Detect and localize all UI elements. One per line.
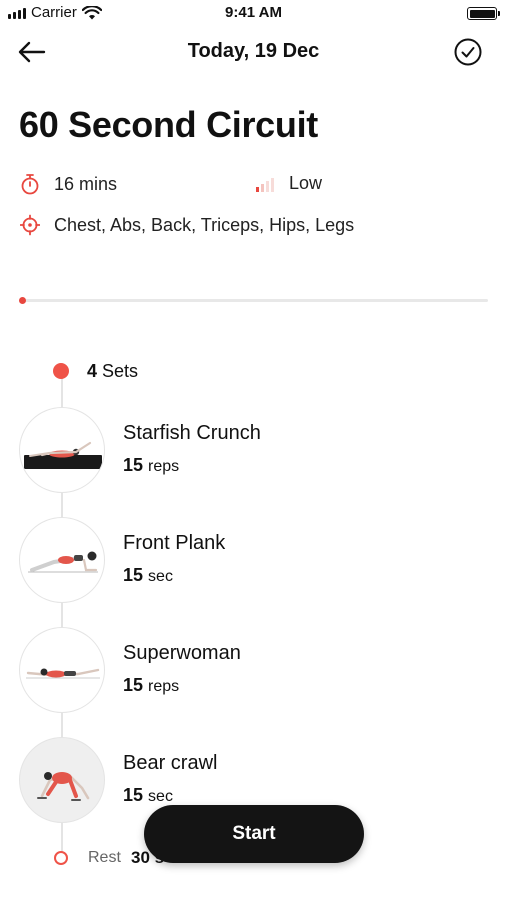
- status-bar: Carrier 9:41 AM: [0, 0, 507, 26]
- exercise-item[interactable]: Front Plank 15 sec: [19, 517, 439, 603]
- exercise-amount: 15 reps: [123, 675, 179, 696]
- front-plank-illustration: [28, 551, 98, 573]
- rest-label: Rest: [88, 849, 121, 866]
- exercise-amount: 15 sec: [123, 785, 173, 806]
- exercise-thumbnail: [19, 517, 105, 603]
- sets-count: 4: [87, 361, 98, 381]
- exercise-thumbnail: [19, 407, 105, 493]
- amount-value: 15: [123, 785, 144, 805]
- exercise-name: Starfish Crunch: [123, 422, 261, 444]
- superwoman-illustration: [26, 668, 100, 679]
- target-icon: [20, 214, 40, 236]
- signal-bars-icon: [256, 177, 274, 192]
- muscles-value: Chest, Abs, Back, Triceps, Hips, Legs: [54, 214, 355, 235]
- progress-indicator: [19, 297, 26, 304]
- exercise-thumbnail: [19, 627, 105, 713]
- duration-value: 16 mins: [54, 173, 118, 194]
- exercise-name: Front Plank: [123, 532, 226, 554]
- intensity-value: Low: [289, 173, 323, 193]
- amount-value: 15: [123, 675, 144, 695]
- exercise-amount: 15 reps: [123, 455, 179, 476]
- nav-title: Today, 19 Dec: [187, 40, 320, 62]
- exercise-amount: 15 sec: [123, 565, 173, 586]
- stopwatch-icon: [21, 174, 39, 195]
- exercise-name: Bear crawl: [123, 752, 218, 774]
- amount-unit: sec: [148, 788, 173, 805]
- nav-bar: Today, 19 Dec: [0, 30, 507, 74]
- start-button[interactable]: Start: [144, 805, 364, 863]
- starfish-crunch-illustration: [24, 441, 102, 469]
- battery-icon: [467, 7, 500, 20]
- sets-text: Sets: [102, 361, 139, 381]
- rest-marker: [54, 851, 68, 865]
- duration-row: 16 mins: [20, 173, 117, 195]
- muscles-row: Chest, Abs, Back, Triceps, Hips, Legs: [20, 214, 354, 236]
- exercise-item[interactable]: Superwoman 15 reps: [19, 627, 439, 713]
- checkmark-circle-icon[interactable]: [453, 37, 483, 67]
- sets-label: 4 Sets: [87, 361, 138, 382]
- bear-crawl-illustration: [37, 772, 90, 801]
- amount-unit: reps: [148, 458, 180, 475]
- progress-track: [20, 299, 488, 302]
- exercise-thumbnail: [19, 737, 105, 823]
- amount-unit: reps: [148, 678, 180, 695]
- intensity-row: Low: [255, 173, 322, 194]
- workout-title: 60 Second Circuit: [19, 104, 318, 145]
- exercise-item[interactable]: Starfish Crunch 15 reps: [19, 407, 439, 493]
- amount-value: 15: [123, 565, 144, 585]
- status-time: 9:41 AM: [225, 4, 282, 21]
- exercise-name: Superwoman: [123, 642, 241, 664]
- sets-marker: [53, 363, 69, 379]
- amount-unit: sec: [148, 568, 173, 585]
- amount-value: 15: [123, 455, 144, 475]
